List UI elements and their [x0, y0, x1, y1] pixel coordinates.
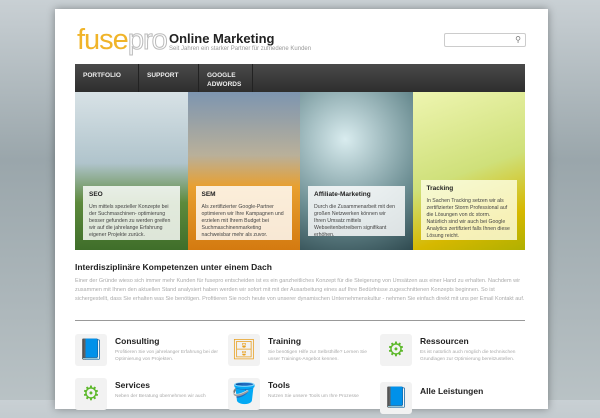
service-title: Services — [115, 380, 150, 390]
banner-seo[interactable]: SEO Um mittels spezieller Konzepte bei de… — [75, 92, 188, 250]
nav-support[interactable]: SUPPORT — [139, 64, 199, 92]
intro-text: Einer der Gründe wieso sich immer mehr K… — [75, 278, 525, 302]
banner-title: Affiliate-Marketing — [314, 191, 371, 198]
gear-icon: ⚙ — [380, 334, 412, 366]
banner-text: Um mittels spezieller Konzepte bei der S… — [89, 203, 171, 238]
service-text: Neben der Beratung übernehmen wir auch — [115, 394, 206, 399]
main-nav: PORTFOLIO SUPPORT GOOGLE ADWORDS — [75, 64, 525, 92]
service-training[interactable]: 🗄 Training Sie benötigen Hilfe zur Selbsth… — [228, 334, 378, 374]
service-text: Profitieren Sie von jahrelanger Erfahrun… — [115, 350, 218, 363]
logo-text: fuse — [77, 24, 129, 56]
banner-title: SEM — [201, 191, 216, 198]
service-title: Tools — [268, 380, 291, 390]
banner: SEO Um mittels spezieller Konzepte bei de… — [75, 92, 525, 250]
service-tools[interactable]: 🪣 Tools Nutzen Sie unsere Tools um Ihre Pr… — [228, 378, 378, 418]
service-alle-leistungen[interactable]: 📘 Alle Leistungen — [380, 378, 530, 418]
banner-title: Tracking — [426, 185, 454, 192]
divider — [75, 320, 525, 321]
book-globe-icon: 📘 — [75, 334, 107, 366]
search-input[interactable]: ⚲ — [444, 33, 526, 47]
service-title: Ressourcen — [420, 336, 469, 346]
nav-portfolio[interactable]: PORTFOLIO — [75, 64, 139, 92]
banner-text: Als zertifizierter Google-Partner optimi… — [201, 203, 284, 238]
drawer-icon: 🗄 — [228, 334, 260, 366]
banner-affiliate[interactable]: Affiliate-Marketing Durch die Zusammenarb… — [300, 92, 413, 250]
banner-text: In Sachen Tracking setzen wir als zertif… — [426, 197, 510, 239]
book-globe-icon: 📘 — [380, 382, 412, 414]
service-ressourcen[interactable]: ⚙ Ressourcen Es ist natürlich auch möglich… — [380, 334, 530, 374]
tagline: Seit Jahren ein starker Partner für zufr… — [169, 46, 312, 52]
intro-heading: Interdisziplinäre Kompetenzen unter eine… — [75, 262, 272, 272]
logo-accent: pro — [127, 24, 168, 56]
logo[interactable]: fusepro — [77, 24, 168, 56]
search-icon[interactable]: ⚲ — [515, 35, 521, 44]
page: fusepro Online Marketing Seit Jahren ein… — [55, 9, 548, 414]
service-text: Nutzen Sie unsere Tools um Ihre Prozesse — [268, 394, 359, 399]
service-text: Es ist natürlich auch möglich die techni… — [420, 350, 516, 363]
banner-text: Durch die Zusammenarbeit mit den großen … — [314, 203, 396, 238]
banner-tracking[interactable]: Tracking In Sachen Tracking setzen wir al… — [412, 92, 525, 250]
paint-bucket-icon: 🪣 — [228, 378, 260, 410]
service-title: Consulting — [115, 336, 160, 346]
service-text: Sie benötigen Hilfe zur Selbsthilfe? Ler… — [268, 350, 367, 363]
service-consulting[interactable]: 📘 Consulting Profitieren Sie von jahrelang… — [75, 334, 225, 374]
service-title: Training — [268, 336, 302, 346]
banner-title: SEO — [89, 191, 103, 198]
service-services[interactable]: ⚙ Services Neben der Beratung übernehmen w… — [75, 378, 225, 418]
service-title: Alle Leistungen — [420, 386, 484, 396]
nav-google-adwords[interactable]: GOOGLE ADWORDS — [199, 64, 253, 92]
gear-icon: ⚙ — [75, 378, 107, 410]
site-title: Online Marketing — [169, 31, 275, 46]
banner-sem[interactable]: SEM Als zertifizierter Google-Partner opt… — [187, 92, 300, 250]
